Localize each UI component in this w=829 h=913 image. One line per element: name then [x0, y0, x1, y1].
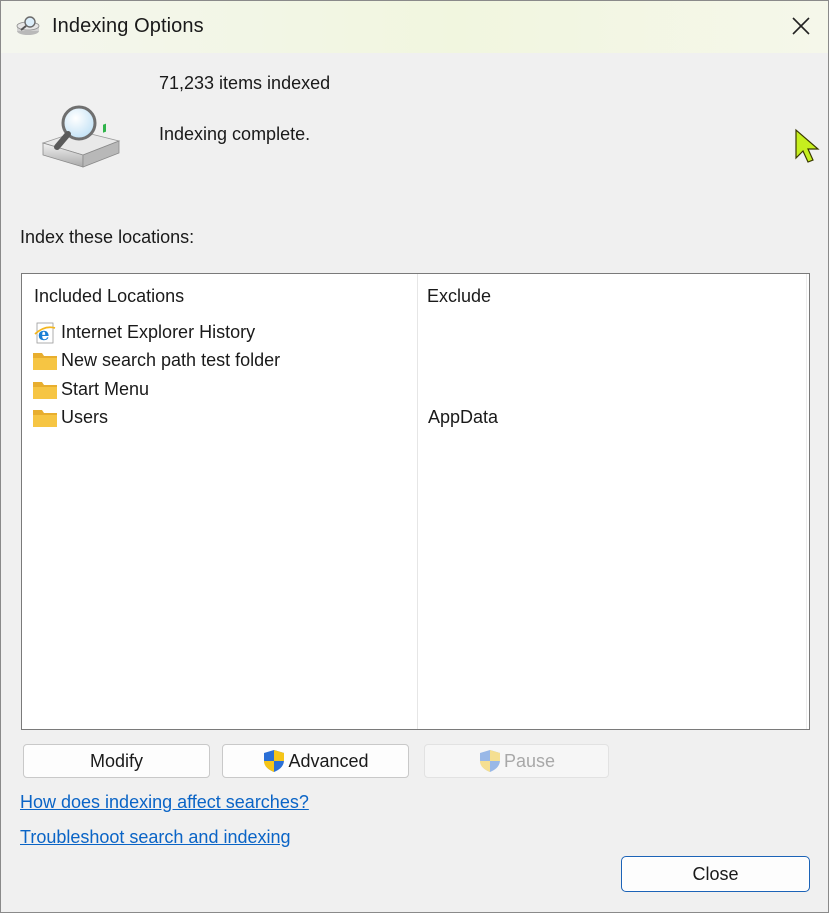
column-header-exclude[interactable]: Exclude: [427, 286, 491, 307]
items-indexed-count: 71,233 items indexed: [159, 73, 331, 93]
folder-icon: [33, 353, 57, 370]
uac-shield-icon: [264, 750, 285, 772]
mouse-cursor-icon: [795, 128, 820, 163]
advanced-button-label: Advanced: [288, 750, 369, 771]
window-title: Indexing Options: [52, 15, 204, 37]
locations-list[interactable]: Included Locations Exclude e Internet Ex…: [21, 273, 810, 730]
troubleshoot-search-link[interactable]: Troubleshoot search and indexing: [20, 827, 291, 848]
location-row-start-menu[interactable]: Start Menu: [30, 376, 800, 404]
location-row-users[interactable]: Users AppData: [30, 404, 800, 432]
folder-icon: [33, 382, 57, 399]
close-icon: [792, 17, 810, 35]
column-header-included[interactable]: Included Locations: [34, 286, 184, 307]
location-name: New search path test folder: [61, 350, 281, 370]
internet-explorer-icon: e: [34, 322, 56, 344]
indexing-options-window: Indexing Options 71,233 items indexed In…: [0, 0, 829, 913]
location-row-test-folder[interactable]: New search path test folder: [30, 347, 800, 375]
index-locations-label: Index these locations:: [20, 227, 195, 247]
modify-button-label: Modify: [89, 750, 143, 771]
uac-shield-icon: [479, 750, 500, 772]
modify-button[interactable]: Modify: [23, 744, 210, 778]
folder-icon: [33, 410, 57, 427]
how-indexing-affects-searches-link[interactable]: How does indexing affect searches?: [20, 792, 309, 813]
location-name: Users: [61, 407, 109, 427]
column-divider-end: [806, 274, 807, 729]
location-name: Internet Explorer History: [61, 322, 256, 342]
advanced-button[interactable]: Advanced: [222, 744, 409, 778]
indexing-drive-magnifier-icon: [41, 105, 121, 168]
close-button-label: Close: [692, 863, 739, 884]
location-name: Start Menu: [61, 379, 150, 399]
close-button[interactable]: Close: [621, 856, 810, 892]
title-bar[interactable]: Indexing Options: [1, 1, 828, 53]
indexing-status: Indexing complete.: [159, 124, 311, 144]
close-window-button[interactable]: [786, 11, 816, 41]
pause-button-label: Pause: [503, 750, 556, 771]
location-exclude: AppData: [428, 407, 499, 427]
indexing-options-icon: [16, 16, 40, 35]
location-row-ie-history[interactable]: e Internet Explorer History: [30, 319, 800, 347]
pause-button[interactable]: Pause: [424, 744, 609, 778]
